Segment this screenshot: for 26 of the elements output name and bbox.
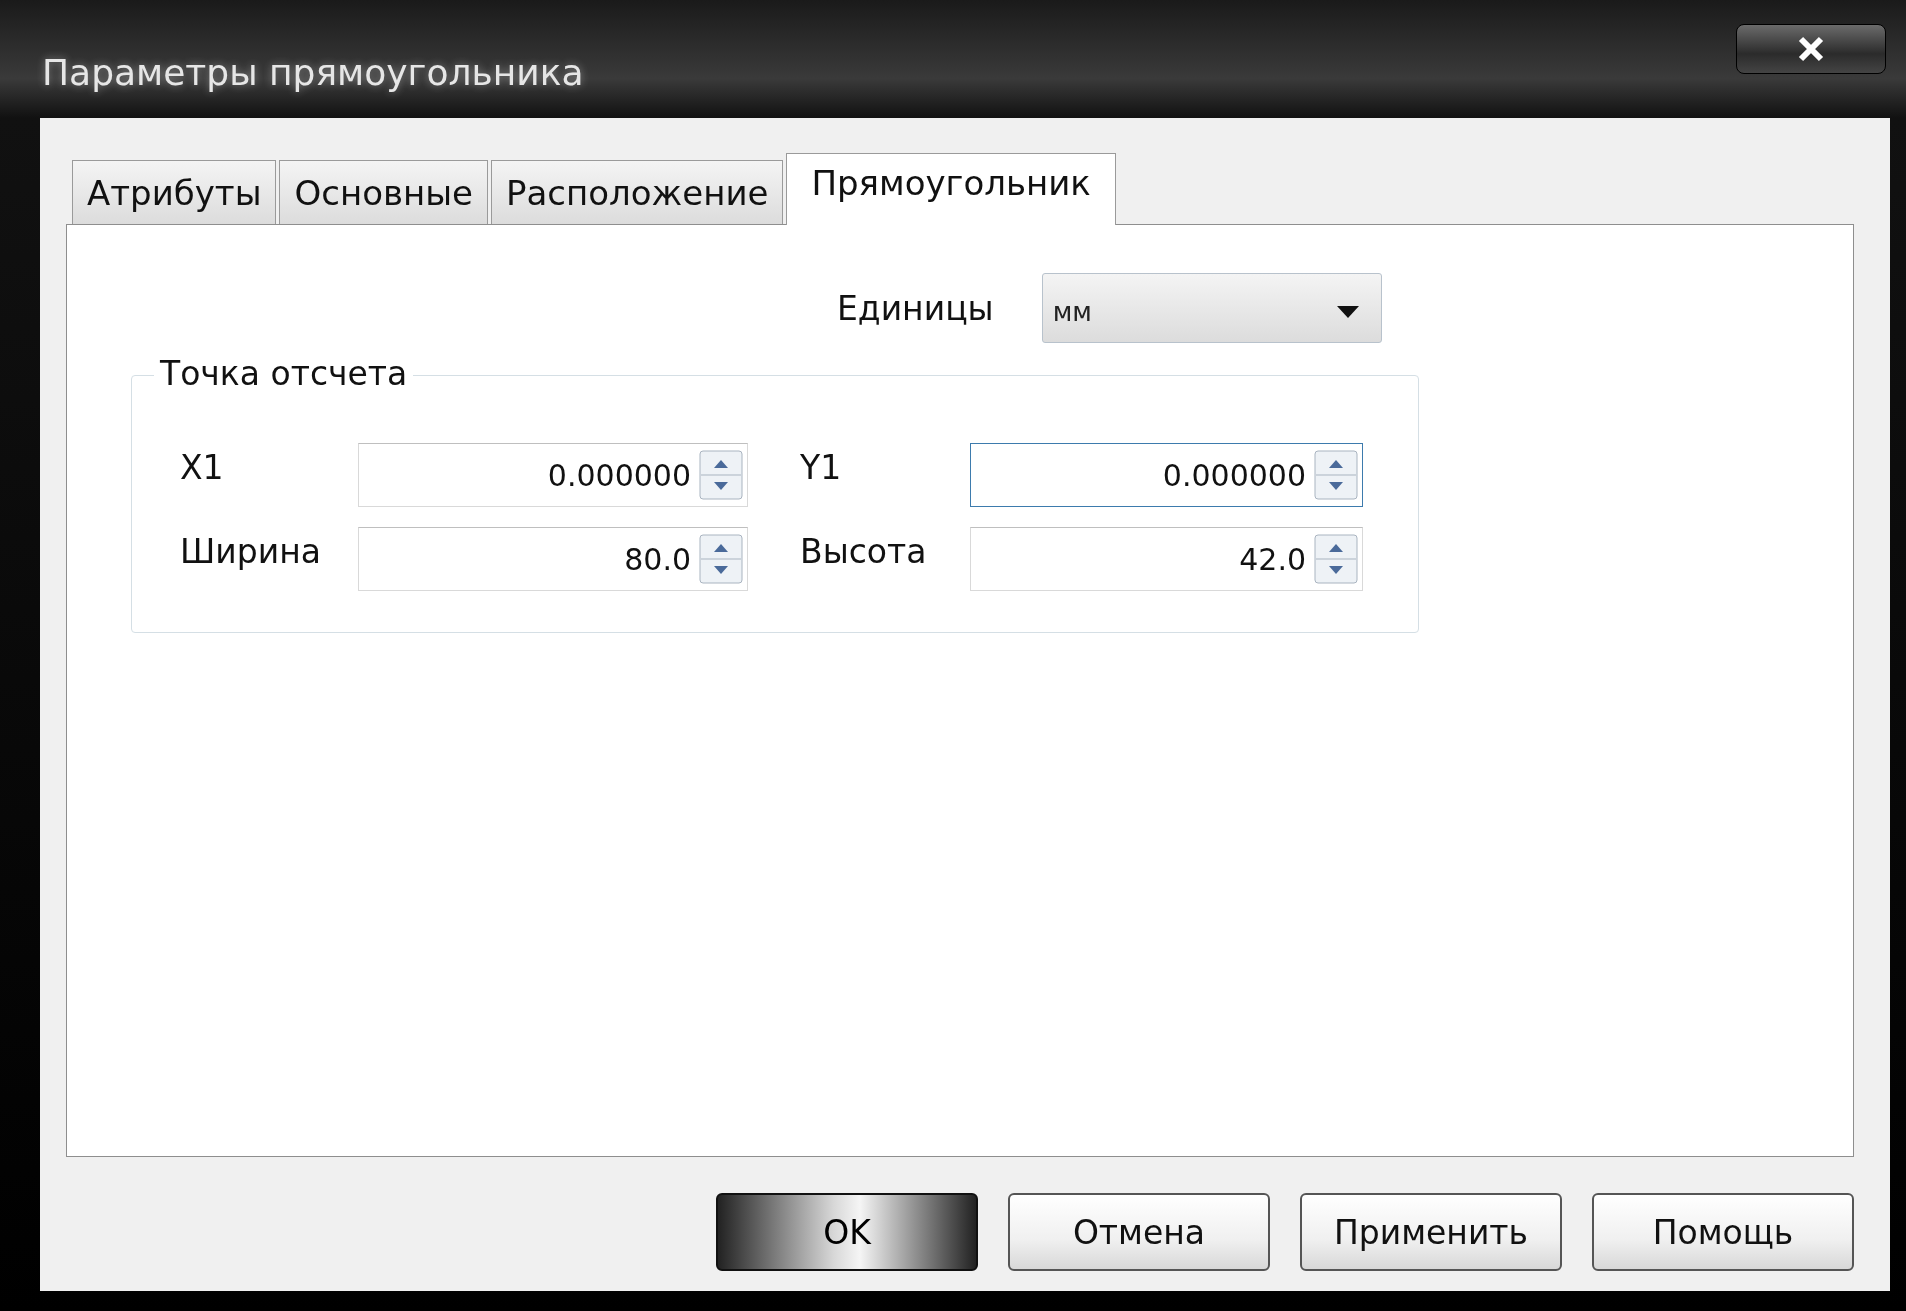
tab[interactable]: Расположение: [491, 160, 784, 224]
spin-arrows-icon[interactable]: [1314, 450, 1358, 500]
tab[interactable]: Атрибуты: [72, 160, 277, 224]
spin-field[interactable]: 42.0: [970, 527, 1363, 591]
spin-arrows-icon[interactable]: [699, 534, 743, 584]
spin-field[interactable]: 0.000000: [358, 443, 748, 507]
field-label: Ширина: [179, 532, 322, 571]
spin-field[interactable]: 80.0: [358, 527, 748, 591]
spin-field[interactable]: 0.000000: [970, 443, 1363, 507]
dialog-button[interactable]: Помощь: [1592, 1193, 1854, 1271]
spin-arrows-icon[interactable]: [699, 450, 743, 500]
dialog-button[interactable]: Применить: [1300, 1193, 1562, 1271]
spin-arrows-icon[interactable]: [1314, 534, 1358, 584]
dialog-button[interactable]: OK: [716, 1193, 978, 1271]
units-dropdown[interactable]: мм: [1041, 273, 1382, 343]
dropdown-arrow-icon: [1336, 306, 1359, 318]
field-label: Y1: [799, 448, 843, 487]
units-label: Единицы: [837, 288, 994, 328]
tab[interactable]: Основные: [279, 160, 488, 224]
close-icon: [1798, 36, 1824, 62]
field-label: X1: [179, 448, 225, 487]
tab[interactable]: Прямоугольник: [786, 153, 1116, 225]
dialog-button[interactable]: Отмена: [1008, 1193, 1270, 1271]
field-label: Высота: [799, 532, 928, 571]
close-button[interactable]: [1736, 24, 1886, 74]
window-title: Параметры прямоугольника: [42, 52, 584, 93]
